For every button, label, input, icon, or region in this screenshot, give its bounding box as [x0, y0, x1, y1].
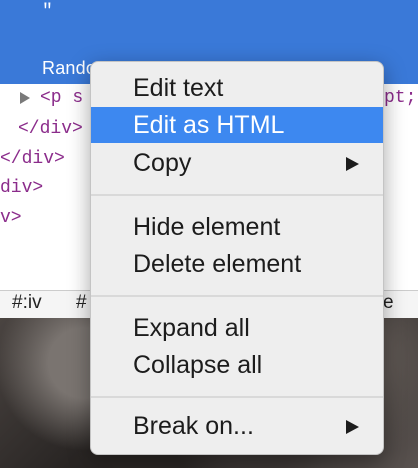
breadcrumb-item[interactable]: e	[383, 292, 394, 314]
breadcrumb-item[interactable]: #	[76, 292, 87, 314]
breadcrumb-item[interactable]: #:iv	[12, 292, 42, 314]
dom-line[interactable]: <p s	[40, 87, 83, 109]
dom-line[interactable]: div>	[0, 177, 43, 199]
menu-item-hide-element[interactable]: Hide element	[91, 209, 383, 245]
menu-separator	[91, 194, 383, 196]
menu-separator	[91, 396, 383, 398]
menu-item-label: Collapse all	[133, 351, 263, 379]
submenu-arrow-icon	[346, 157, 359, 171]
menu-item-label: Edit as HTML	[133, 111, 285, 139]
menu-separator	[91, 295, 383, 297]
dom-line[interactable]: v>	[0, 207, 22, 229]
menu-item-label: Break on...	[133, 412, 254, 440]
menu-item-label: Hide element	[133, 213, 281, 241]
expand-triangle-icon[interactable]	[20, 92, 30, 104]
context-menu: Edit text Edit as HTML Copy Hide element…	[90, 61, 384, 455]
menu-item-copy[interactable]: Copy	[91, 145, 383, 181]
dom-line[interactable]: </div>	[18, 118, 83, 140]
submenu-arrow-icon	[346, 420, 359, 434]
menu-item-edit-text[interactable]: Edit text	[91, 70, 383, 106]
menu-item-label: Delete element	[133, 250, 302, 278]
menu-item-label: Copy	[133, 149, 192, 177]
dom-line-attr: pt;	[384, 88, 417, 108]
menu-item-edit-as-html[interactable]: Edit as HTML	[91, 107, 383, 143]
menu-item-break-on[interactable]: Break on...	[91, 408, 383, 444]
menu-item-delete-element[interactable]: Delete element	[91, 246, 383, 282]
menu-item-expand-all[interactable]: Expand all	[91, 310, 383, 346]
menu-item-label: Edit text	[133, 74, 224, 102]
dom-line[interactable]: </div>	[0, 148, 65, 170]
menu-item-collapse-all[interactable]: Collapse all	[91, 347, 383, 383]
selected-node-quote: "	[42, 2, 53, 22]
menu-item-label: Expand all	[133, 314, 250, 342]
